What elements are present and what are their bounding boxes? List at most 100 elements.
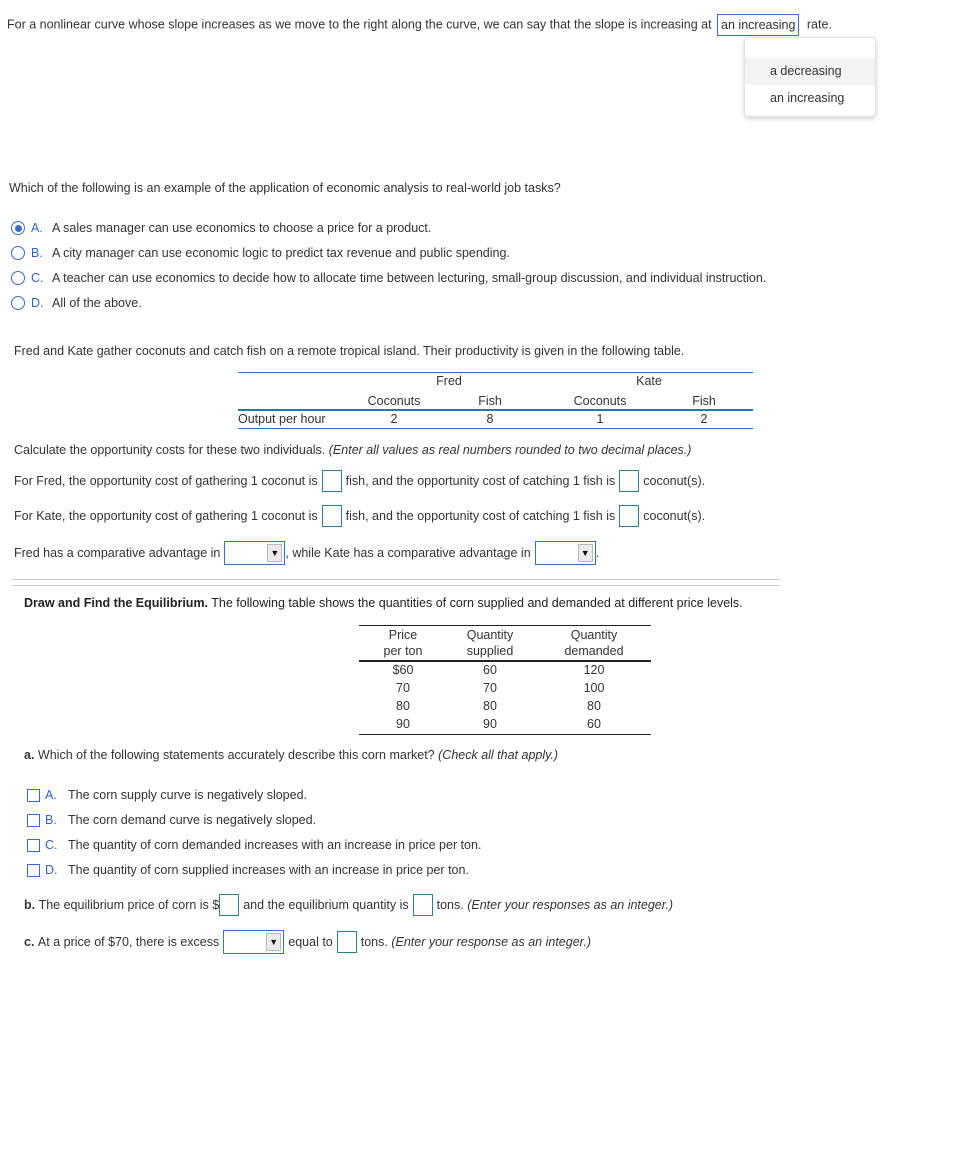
part-a-question: Which of the following statements accura… bbox=[37, 748, 435, 762]
part-b-text2: and the equilibrium quantity is bbox=[243, 898, 409, 912]
table-top-rule bbox=[238, 372, 753, 373]
cell-supplied: 60 bbox=[483, 663, 497, 677]
dropdown-arrow-icon[interactable]: ▼ bbox=[267, 544, 283, 562]
cell-supplied: 70 bbox=[483, 681, 497, 695]
fred-line-text3: coconut(s). bbox=[643, 474, 706, 488]
header-price: Price per ton bbox=[359, 627, 447, 659]
cell-demanded: 80 bbox=[587, 699, 601, 713]
comparative-advantage-line: Fred has a comparative advantage in ▼ , … bbox=[14, 541, 599, 565]
option-letter: D. bbox=[45, 863, 58, 877]
value-fred-coconuts: 2 bbox=[390, 412, 398, 426]
checkbox-icon[interactable] bbox=[27, 863, 40, 877]
option-text: The quantity of corn supplied increases … bbox=[68, 863, 469, 877]
q4-title-rest: The following table shows the quantities… bbox=[211, 596, 743, 610]
cell-demanded: 120 bbox=[583, 663, 605, 677]
q1-rate-select[interactable]: an increasing bbox=[717, 14, 800, 36]
part-c-text3: tons. bbox=[360, 935, 388, 949]
subheader-fred-coconuts: Coconuts bbox=[367, 394, 421, 408]
part-b-label: b. bbox=[24, 898, 36, 912]
fred-advantage-value bbox=[225, 542, 267, 564]
checkbox-icon[interactable] bbox=[27, 838, 40, 852]
dropdown-option-increasing[interactable]: an increasing bbox=[745, 85, 875, 112]
corn-table-top-rule bbox=[359, 625, 651, 626]
kate-line-text1: For Kate, the opportunity cost of gather… bbox=[14, 509, 318, 523]
q3-calc-prompt: Calculate the opportunity costs for thes… bbox=[14, 443, 691, 457]
q2-option-d[interactable]: D. All of the above. bbox=[11, 294, 142, 312]
q4a-option-c[interactable]: C. The quantity of corn demanded increas… bbox=[27, 836, 481, 854]
option-letter: C. bbox=[31, 271, 44, 285]
option-text: All of the above. bbox=[52, 296, 142, 310]
subheader-kate-coconuts: Coconuts bbox=[573, 394, 627, 408]
fred-coconut-cost-input[interactable] bbox=[321, 470, 342, 492]
fred-advantage-select[interactable]: ▼ bbox=[224, 541, 286, 565]
part-b-text1: The equilibrium price of corn is $ bbox=[38, 898, 220, 912]
fred-fish-cost-input[interactable] bbox=[619, 470, 640, 492]
cell-supplied: 80 bbox=[483, 699, 497, 713]
fred-line-text2: fish, and the opportunity cost of catchi… bbox=[345, 474, 616, 488]
radio-icon[interactable] bbox=[11, 271, 25, 285]
q2-option-b[interactable]: B. A city manager can use economic logic… bbox=[11, 244, 510, 262]
section-divider-top bbox=[12, 579, 780, 580]
cell-price: 70 bbox=[396, 681, 410, 695]
q4a-option-b[interactable]: B. The corn demand curve is negatively s… bbox=[27, 811, 316, 829]
kate-fish-cost-input[interactable] bbox=[619, 505, 640, 527]
q1-text-after: rate. bbox=[806, 17, 832, 32]
dropdown-option-decreasing[interactable]: a decreasing bbox=[745, 58, 875, 85]
cell-price: $60 bbox=[392, 663, 414, 677]
part-c-text1: At a price of $70, there is excess bbox=[37, 935, 220, 949]
corn-table-header-rule bbox=[359, 660, 651, 662]
part-a-label: a. bbox=[24, 748, 35, 762]
checkbox-icon[interactable] bbox=[27, 813, 40, 827]
kate-line-text3: coconut(s). bbox=[643, 509, 706, 523]
row-label: Output per hour bbox=[238, 412, 326, 426]
value-fred-fish: 8 bbox=[486, 412, 494, 426]
corn-table-bottom-rule bbox=[359, 734, 651, 735]
option-letter: C. bbox=[45, 838, 58, 852]
q2-option-c[interactable]: C. A teacher can use economics to decide… bbox=[11, 269, 766, 287]
header-demanded-line1: Quantity bbox=[570, 628, 618, 642]
equilibrium-quantity-input[interactable] bbox=[412, 894, 433, 916]
q4a-question: a. Which of the following statements acc… bbox=[24, 748, 558, 762]
excess-amount-input[interactable] bbox=[336, 931, 357, 953]
header-fred: Fred bbox=[436, 374, 462, 388]
cell-price: 80 bbox=[396, 699, 410, 713]
subheader-fred-fish: Fish bbox=[478, 394, 502, 408]
option-letter: B. bbox=[45, 813, 57, 827]
section-divider-bottom bbox=[12, 585, 780, 586]
calc-instruction: (Enter all values as real numbers rounde… bbox=[328, 443, 692, 457]
advantage-text1: Fred has a comparative advantage in bbox=[14, 546, 221, 560]
part-a-instruction: (Check all that apply.) bbox=[438, 748, 559, 762]
dropdown-arrow-icon[interactable]: ▼ bbox=[266, 933, 282, 951]
radio-icon[interactable] bbox=[11, 296, 25, 310]
cell-demanded: 60 bbox=[587, 717, 601, 731]
option-text: The corn supply curve is negatively slop… bbox=[68, 788, 308, 802]
subheader-kate-fish: Fish bbox=[692, 394, 716, 408]
part-c-instruction: (Enter your response as an integer.) bbox=[391, 935, 591, 949]
header-supplied: Quantity supplied bbox=[449, 627, 531, 659]
q4a-option-d[interactable]: D. The quantity of corn supplied increas… bbox=[27, 861, 469, 879]
q2-question: Which of the following is an example of … bbox=[9, 181, 561, 195]
equilibrium-price-input[interactable] bbox=[219, 894, 240, 916]
kate-advantage-value bbox=[536, 542, 578, 564]
option-letter: A. bbox=[31, 221, 43, 235]
checkbox-icon[interactable] bbox=[27, 788, 40, 802]
radio-selected-icon[interactable] bbox=[11, 221, 25, 235]
q4a-option-a[interactable]: A. The corn supply curve is negatively s… bbox=[27, 786, 307, 804]
radio-icon[interactable] bbox=[11, 246, 25, 260]
kate-coconut-cost-input[interactable] bbox=[321, 505, 342, 527]
option-text: The corn demand curve is negatively slop… bbox=[68, 813, 317, 827]
q1-dropdown-menu: a decreasing an increasing bbox=[744, 37, 876, 117]
header-kate: Kate bbox=[636, 374, 662, 388]
cell-supplied: 90 bbox=[483, 717, 497, 731]
header-price-line2: per ton bbox=[383, 644, 423, 658]
header-demanded-line2: demanded bbox=[564, 644, 624, 658]
cell-price: 90 bbox=[396, 717, 410, 731]
option-letter: B. bbox=[31, 246, 43, 260]
kate-advantage-select[interactable]: ▼ bbox=[534, 541, 596, 565]
q2-option-a[interactable]: A. A sales manager can use economics to … bbox=[11, 219, 431, 237]
advantage-text2: , while Kate has a comparative advantage… bbox=[285, 546, 531, 560]
option-text: A teacher can use economics to decide ho… bbox=[52, 271, 767, 285]
dropdown-arrow-icon[interactable]: ▼ bbox=[577, 544, 593, 562]
q4c-line: c. At a price of $70, there is excess ▼ … bbox=[24, 930, 591, 954]
excess-type-select[interactable]: ▼ bbox=[223, 930, 285, 954]
